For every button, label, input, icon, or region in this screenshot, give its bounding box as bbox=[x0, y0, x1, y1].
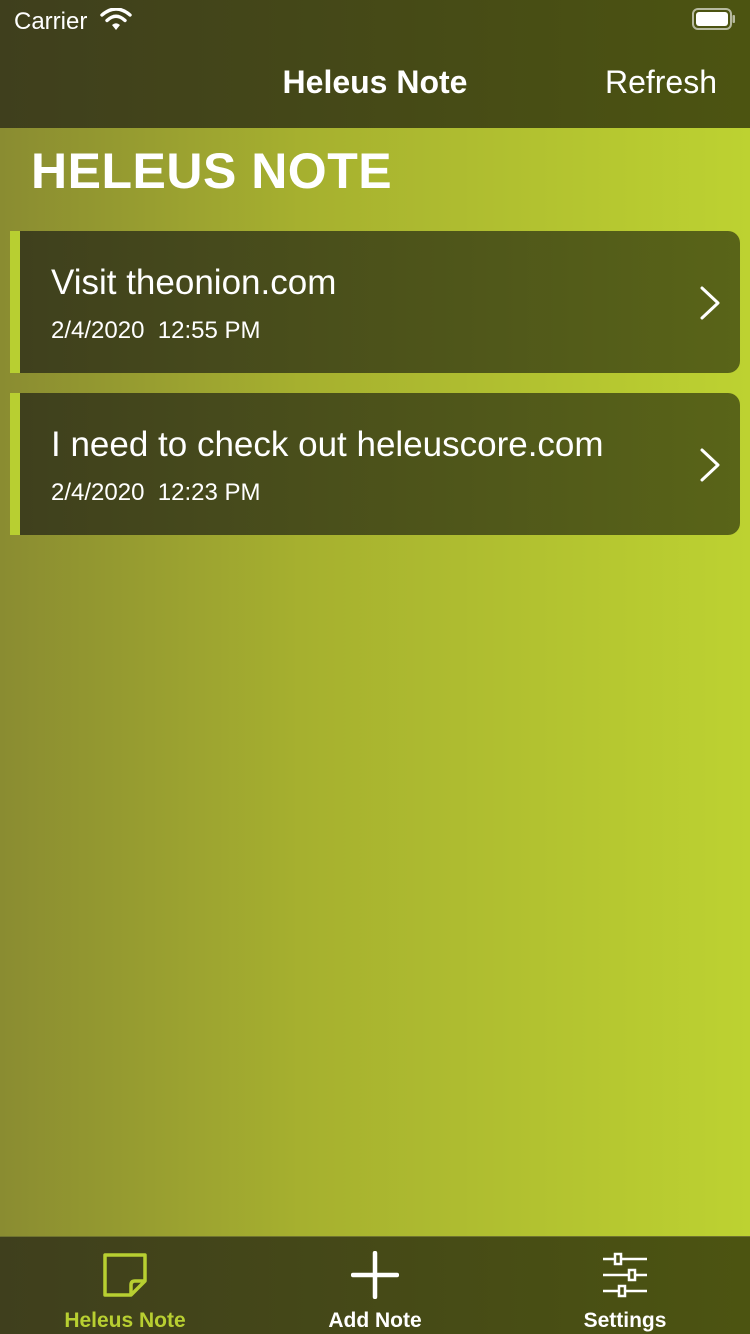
tab-add-note[interactable]: Add Note bbox=[250, 1237, 500, 1334]
sliders-icon bbox=[603, 1252, 647, 1298]
note-title: I need to check out heleuscore.com bbox=[51, 425, 604, 464]
note-icon bbox=[103, 1253, 147, 1297]
note-item[interactable]: Visit theonion.com 2/4/2020 12:55 PM bbox=[10, 231, 740, 373]
tab-heleus-note[interactable]: Heleus Note bbox=[0, 1237, 250, 1334]
note-item[interactable]: I need to check out heleuscore.com 2/4/2… bbox=[10, 393, 740, 535]
navigation-bar: Carrier Heleus Note Refresh bbox=[0, 0, 750, 128]
refresh-button[interactable]: Refresh bbox=[605, 64, 717, 101]
wifi-icon bbox=[100, 8, 132, 30]
tab-settings[interactable]: Settings bbox=[500, 1237, 750, 1334]
note-list: Visit theonion.com 2/4/2020 12:55 PM I n… bbox=[10, 231, 740, 555]
tab-label: Settings bbox=[583, 1309, 667, 1332]
chevron-right-icon bbox=[700, 286, 720, 320]
note-title: Visit theonion.com bbox=[51, 263, 337, 302]
page-title: HELEUS NOTE bbox=[31, 143, 393, 199]
carrier-label: Carrier bbox=[14, 8, 88, 35]
battery-icon bbox=[692, 8, 735, 30]
chevron-right-icon bbox=[700, 448, 720, 482]
note-date: 2/4/2020 12:55 PM bbox=[51, 317, 261, 344]
plus-icon bbox=[351, 1251, 399, 1299]
tab-bar: Heleus Note Add Note Settings bbox=[0, 1236, 750, 1334]
tab-label: Heleus Note bbox=[64, 1309, 186, 1332]
note-date: 2/4/2020 12:23 PM bbox=[51, 479, 261, 506]
status-bar: Carrier bbox=[0, 0, 750, 40]
tab-label: Add Note bbox=[328, 1309, 422, 1332]
